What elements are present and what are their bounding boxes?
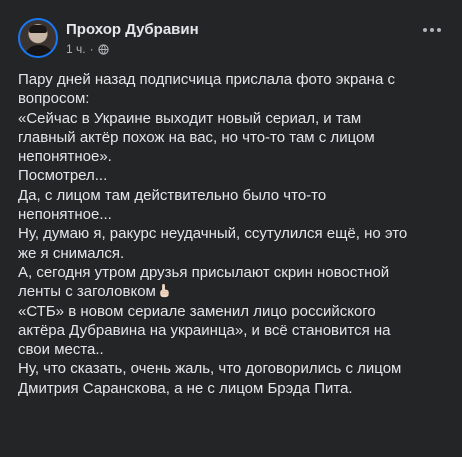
meta-separator: · [89,42,94,56]
post-text-line: свои места.. [18,340,438,359]
post-text-line: же я снимался. [18,244,438,263]
post-text-line: Посмотрел... [18,166,438,185]
more-dot [437,28,441,32]
post-text-line-content: непонятное... [18,206,112,224]
post-text-line: главный актёр похож на вас, но что-то та… [18,128,438,147]
post-text-line: актёра Дубравина на украинца», и всё ста… [18,321,438,340]
more-options-icon[interactable] [420,21,444,39]
more-dot [430,28,434,32]
post-text-line-content: Ну, что сказать, очень жаль, что договор… [18,360,402,378]
post-text-line: ленты с заголовком [18,282,438,301]
post-text-line-content: «Сейчас в Украине выходит новый сериал, … [18,109,362,127]
post-text-line: А, сегодня утром друзья присылают скрин … [18,263,438,282]
post-text-line: непонятное... [18,205,438,224]
post-text-line: «Сейчас в Украине выходит новый сериал, … [18,109,438,128]
post-text-line: Ну, что сказать, очень жаль, что договор… [18,359,438,378]
post-text-line-content: «СТБ» в новом сериале заменил лицо росси… [18,302,376,320]
post-time[interactable]: 1 ч. [66,42,86,56]
post-meta: 1 ч. · [66,42,109,56]
post-text-line-content: же я снимался. [18,244,125,262]
post-text-line-content: Ну, думаю я, ракурс неудачный, ссутулилс… [18,225,408,243]
avatar-body [24,45,54,56]
facebook-post: Прохор Дубравин 1 ч. · Пару дней назад п… [0,0,462,457]
author-avatar[interactable] [18,18,58,58]
post-text-line: вопросом: [18,89,438,108]
pointing-up-icon [160,284,169,298]
post-text-line-content: актёра Дубравина на украинца», и всё ста… [18,321,391,339]
post-text-line: Дмитрия Саранскова, а не с лицом Брэда П… [18,379,438,398]
post-text-line-content: Дмитрия Саранскова, а не с лицом Брэда П… [18,379,353,397]
post-text-line-content: ленты с заголовком [18,283,156,301]
author-name[interactable]: Прохор Дубравин [66,21,199,38]
post-text-line: «СТБ» в новом сериале заменил лицо росси… [18,302,438,321]
post-text-line: Ну, думаю я, ракурс неудачный, ссутулилс… [18,224,438,243]
post-header: Прохор Дубравин 1 ч. · [18,18,444,62]
post-text-line: Пару дней назад подписчица прислала фото… [18,70,438,89]
post-text-line: Да, с лицом там действительно было что-т… [18,186,438,205]
post-text-line-content: вопросом: [18,90,90,108]
post-text-line-content: Пару дней назад подписчица прислала фото… [18,71,395,88]
more-dot [423,28,427,32]
post-text-line: непонятное». [18,147,438,166]
post-text-line-content: Посмотрел... [18,167,108,185]
post-text-line-content: свои места.. [18,341,104,359]
globe-icon[interactable] [97,43,109,55]
post-text-line-content: Да, с лицом там действительно было что-т… [18,186,327,204]
post-text-line-content: непонятное». [18,148,112,166]
post-text: Пару дней назад подписчица прислала фото… [18,70,438,398]
post-text-line-content: А, сегодня утром друзья присылают скрин … [18,263,390,281]
post-text-line-content: главный актёр похож на вас, но что-то та… [18,128,375,146]
avatar-hair [29,25,47,33]
